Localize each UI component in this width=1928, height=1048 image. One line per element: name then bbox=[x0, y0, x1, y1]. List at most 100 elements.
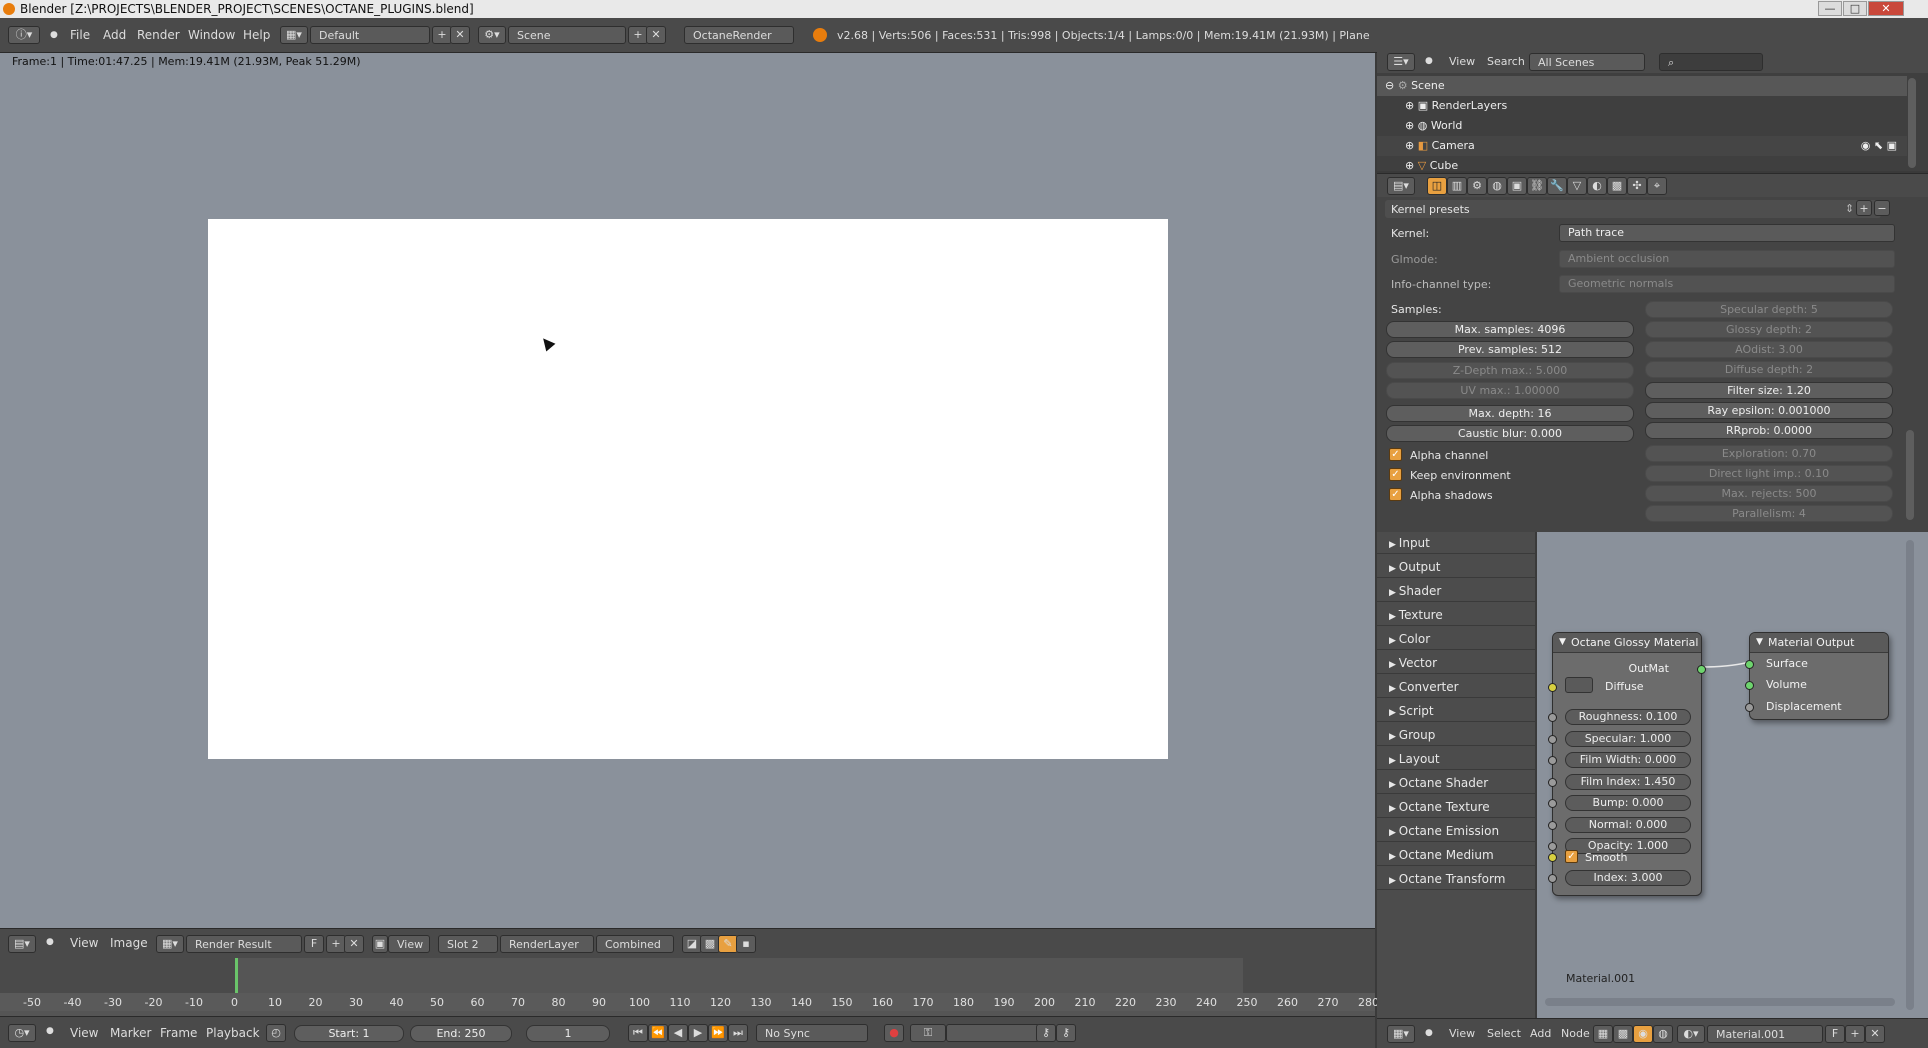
compositor-nodes-icon[interactable]: ◉ bbox=[1633, 1025, 1653, 1043]
node-category-script[interactable]: ▶ Script bbox=[1377, 700, 1535, 722]
render-pass-dropdown[interactable]: Combined bbox=[596, 935, 674, 953]
renderlayer-tab-icon[interactable]: ▥ bbox=[1447, 177, 1467, 195]
menu-file[interactable]: File bbox=[70, 28, 90, 42]
exploration-slider[interactable]: Exploration: 0.70 bbox=[1645, 445, 1893, 462]
outliner-scrollbar[interactable] bbox=[1908, 78, 1916, 168]
expand-icon[interactable]: ⊕ bbox=[1405, 99, 1414, 112]
param-socket[interactable] bbox=[1548, 756, 1557, 765]
node-title[interactable]: Material Output bbox=[1750, 633, 1888, 653]
display-channels-icon[interactable]: ◪ bbox=[682, 935, 702, 953]
new-image-icon[interactable]: + bbox=[326, 935, 346, 953]
zbuffer-icon[interactable]: ▪ bbox=[736, 935, 756, 953]
glossy-param-slider[interactable]: Film Index: 1.450 bbox=[1565, 773, 1691, 790]
direct-light-imp-slider[interactable]: Direct light imp.: 0.10 bbox=[1645, 465, 1893, 482]
param-socket[interactable] bbox=[1548, 713, 1557, 722]
collapse-node-icon[interactable]: ▼ bbox=[1756, 637, 1763, 647]
draw-paint-icon[interactable]: ✎ bbox=[718, 935, 738, 953]
diffuse-depth-slider[interactable]: Diffuse depth: 2 bbox=[1645, 361, 1893, 378]
param-socket[interactable] bbox=[1548, 820, 1557, 830]
view-dropdown[interactable]: View bbox=[388, 935, 430, 953]
node-title[interactable]: Octane Glossy Material bbox=[1553, 633, 1701, 653]
outliner-filter-dropdown[interactable]: All Scenes bbox=[1529, 53, 1645, 71]
index-socket[interactable] bbox=[1548, 874, 1557, 883]
view-icon[interactable]: ▣ bbox=[372, 935, 388, 953]
render-engine-dropdown[interactable]: OctaneRender bbox=[684, 26, 794, 44]
param-socket[interactable] bbox=[1548, 799, 1557, 808]
node-category-octane-shader[interactable]: ▶ Octane Shader bbox=[1377, 772, 1535, 794]
scene-tab-icon[interactable]: ⚙ bbox=[1467, 177, 1487, 195]
editor-type-node-icon[interactable]: ▦▾ bbox=[1387, 1025, 1415, 1043]
minimize-button[interactable]: — bbox=[1818, 1, 1842, 16]
node-category-octane-texture[interactable]: ▶ Octane Texture bbox=[1377, 796, 1535, 818]
menu-view[interactable]: View bbox=[70, 936, 98, 950]
slot-dropdown[interactable]: Slot 2 bbox=[438, 935, 498, 953]
glossy-depth-slider[interactable]: Glossy depth: 2 bbox=[1645, 321, 1893, 338]
displacement-socket[interactable] bbox=[1745, 703, 1754, 712]
menu-view[interactable]: View bbox=[1449, 1027, 1475, 1040]
add-preset-icon[interactable]: + bbox=[1856, 200, 1872, 216]
material-tab-icon[interactable]: ◐ bbox=[1587, 177, 1607, 195]
jump-start-icon[interactable]: ⏮ bbox=[628, 1024, 648, 1042]
expand-icon[interactable]: ⊕ bbox=[1405, 119, 1414, 132]
menu-view[interactable]: View bbox=[70, 1026, 98, 1040]
remove-scene-icon[interactable]: ✕ bbox=[646, 26, 666, 44]
remove-layout-icon[interactable]: ✕ bbox=[450, 26, 470, 44]
remove-preset-icon[interactable]: − bbox=[1874, 200, 1890, 216]
texture-nodes-icon[interactable]: ▩ bbox=[1613, 1025, 1633, 1043]
keep-environment-checkbox[interactable]: ✓ bbox=[1389, 468, 1402, 481]
collapse-menu-icon[interactable]: ● bbox=[46, 937, 54, 947]
collapse-node-icon[interactable]: ▼ bbox=[1559, 637, 1566, 647]
shader-nodes-icon[interactable]: ▦ bbox=[1593, 1025, 1613, 1043]
delete-keyframe-icon[interactable]: ⚷ bbox=[1056, 1024, 1076, 1042]
editor-type-properties-icon[interactable]: ▤▾ bbox=[1387, 177, 1415, 195]
screen-layout-field[interactable]: Default bbox=[310, 26, 430, 44]
material-browse-icon[interactable]: ◐▾ bbox=[1677, 1025, 1705, 1043]
constraints-tab-icon[interactable]: ⛓ bbox=[1527, 177, 1547, 195]
menu-window[interactable]: Window bbox=[188, 28, 235, 42]
insert-keyframe-icon[interactable]: ⚷ bbox=[1036, 1024, 1056, 1042]
outliner-row-camera[interactable]: ⊕ ◧ Camera ◉ ⬉ ▣ bbox=[1377, 136, 1907, 156]
collapse-menu-icon[interactable]: ● bbox=[50, 30, 58, 40]
glossy-param-slider[interactable]: Roughness: 0.100 bbox=[1565, 709, 1691, 725]
close-window-button[interactable]: ✕ bbox=[1868, 1, 1904, 16]
glossy-param-slider[interactable]: Bump: 0.000 bbox=[1565, 795, 1691, 811]
node-category-shader[interactable]: ▶ Shader bbox=[1377, 580, 1535, 602]
alpha-shadows-checkbox[interactable]: ✓ bbox=[1389, 488, 1402, 501]
param-socket[interactable] bbox=[1548, 842, 1557, 851]
new-material-icon[interactable]: + bbox=[1845, 1025, 1865, 1043]
scene-icon[interactable]: ⚙▾ bbox=[478, 26, 506, 44]
kernel-dropdown[interactable]: Path trace bbox=[1559, 224, 1895, 242]
render-tab-icon[interactable]: ◫ bbox=[1427, 177, 1447, 195]
node-category-group[interactable]: ▶ Group bbox=[1377, 724, 1535, 746]
expand-icon[interactable]: ⊖ bbox=[1385, 79, 1394, 92]
gimode-dropdown[interactable]: Ambient occlusion bbox=[1559, 250, 1895, 268]
surface-socket[interactable] bbox=[1745, 660, 1754, 669]
parallelism-slider[interactable]: Parallelism: 4 bbox=[1645, 505, 1893, 522]
index-slider[interactable]: Index: 3.000 bbox=[1565, 870, 1691, 886]
node-category-octane-medium[interactable]: ▶ Octane Medium bbox=[1377, 844, 1535, 866]
visibility-eye-icon[interactable]: ◉ ⬉ ▣ bbox=[1861, 136, 1897, 156]
play-reverse-icon[interactable]: ◀ bbox=[668, 1024, 688, 1042]
sync-mode-dropdown[interactable]: No Sync bbox=[756, 1024, 868, 1042]
volume-socket[interactable] bbox=[1745, 681, 1754, 690]
outliner-row-cube[interactable]: ⊕ ▽ Cube bbox=[1377, 156, 1907, 170]
scene-field[interactable]: Scene bbox=[508, 26, 626, 44]
collapse-menu-icon[interactable]: ● bbox=[1425, 1028, 1433, 1038]
menu-frame[interactable]: Frame bbox=[160, 1026, 197, 1040]
unlink-material-icon[interactable]: ✕ bbox=[1865, 1025, 1885, 1043]
menu-node[interactable]: Node bbox=[1561, 1027, 1590, 1040]
alpha-channel-checkbox[interactable]: ✓ bbox=[1389, 448, 1402, 461]
fake-user-button[interactable]: F bbox=[304, 935, 324, 953]
expand-icon[interactable]: ⊕ bbox=[1405, 159, 1414, 170]
caustic-blur-slider[interactable]: Caustic blur: 0.000 bbox=[1386, 425, 1634, 442]
max-depth-slider[interactable]: Max. depth: 16 bbox=[1386, 405, 1634, 422]
image-browse-icon[interactable]: ▦▾ bbox=[156, 935, 184, 953]
infochannel-dropdown[interactable]: Geometric normals bbox=[1559, 275, 1895, 293]
material-output-node[interactable]: Material Output ▼ Surface Volume Displac… bbox=[1745, 632, 1889, 720]
screen-layout-icon[interactable]: ▦▾ bbox=[280, 26, 308, 44]
image-name-field[interactable]: Render Result bbox=[186, 935, 302, 953]
physics-tab-icon[interactable]: ⌖ bbox=[1647, 177, 1667, 195]
specular-depth-slider[interactable]: Specular depth: 5 bbox=[1645, 301, 1893, 318]
menu-playback[interactable]: Playback bbox=[206, 1026, 260, 1040]
glossy-param-slider[interactable]: Film Width: 0.000 bbox=[1565, 752, 1691, 768]
